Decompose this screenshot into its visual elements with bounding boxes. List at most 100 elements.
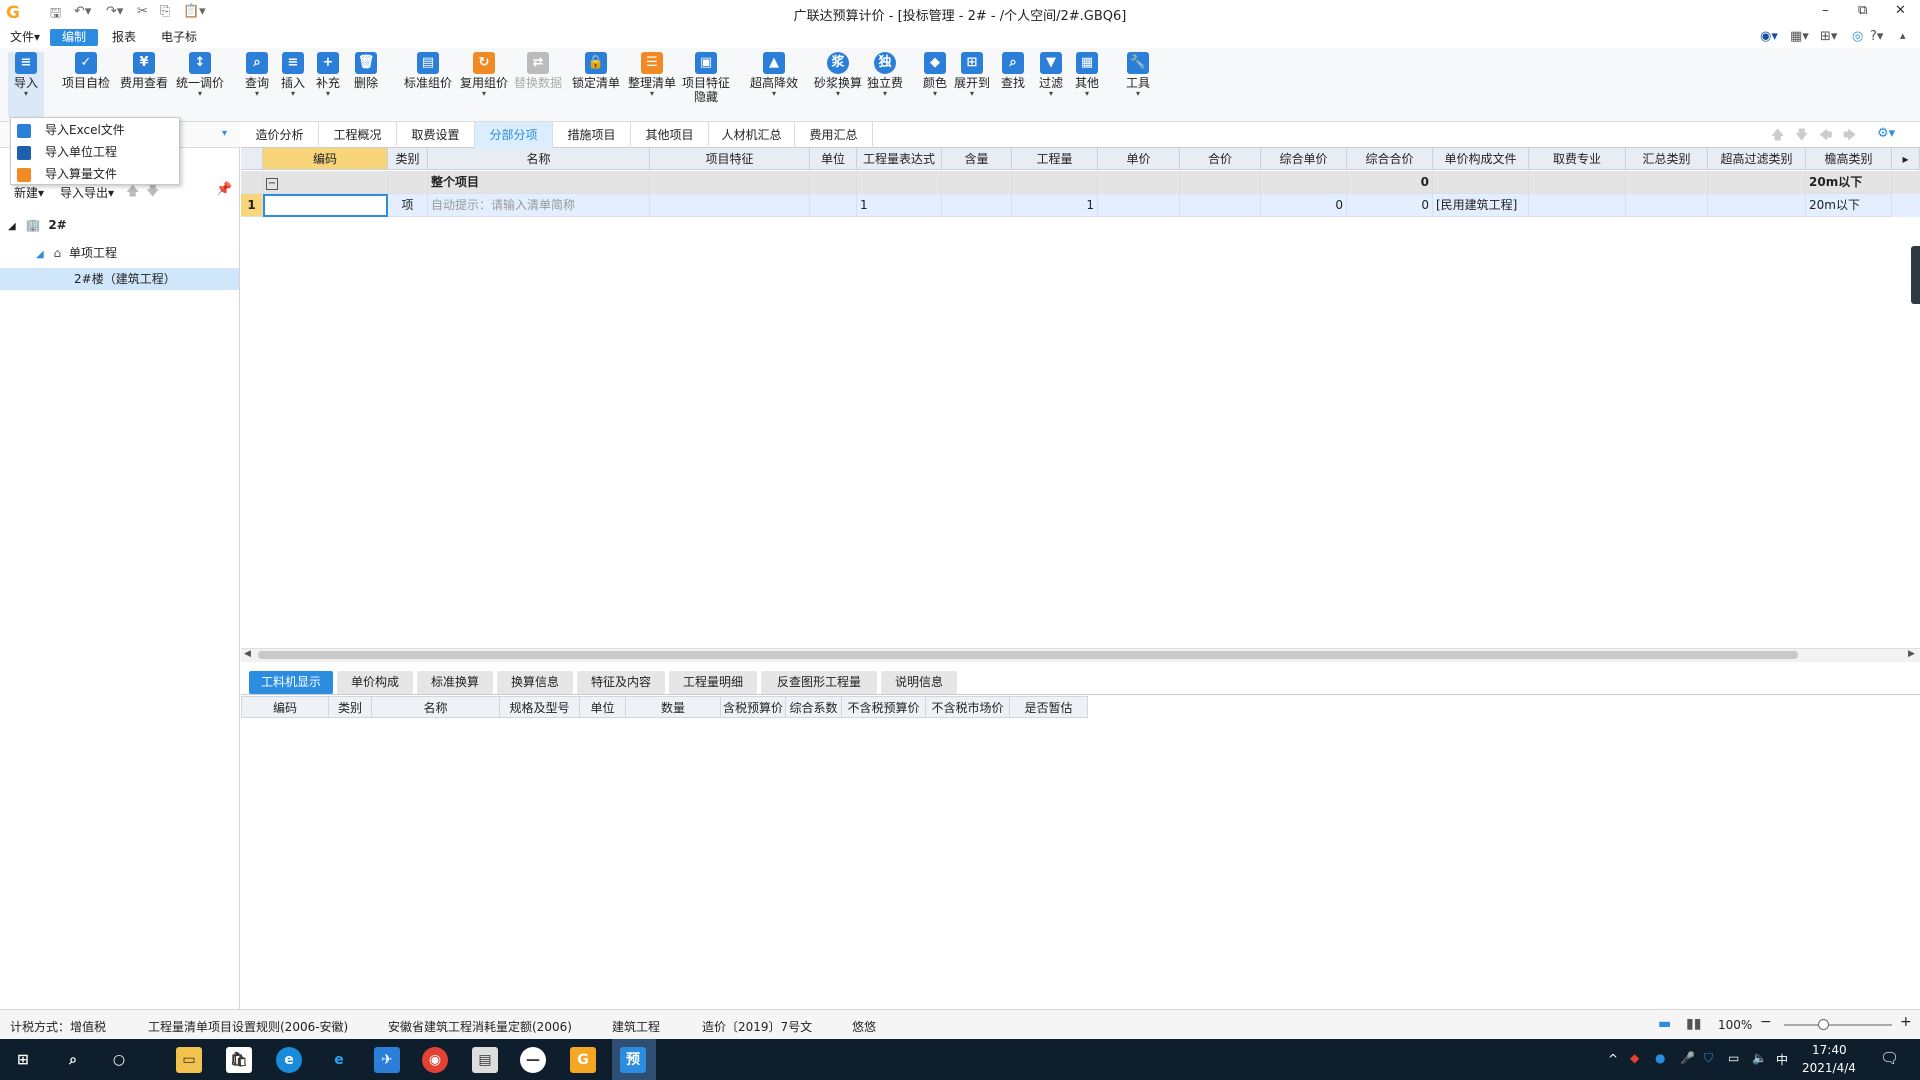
scroll-left-icon[interactable]: ◀ — [244, 649, 251, 659]
col-header-amount[interactable]: 合价 — [1180, 148, 1261, 170]
insert-button[interactable]: ≡ 插入 ▾ — [278, 52, 308, 98]
col-header-cost-file[interactable]: 单价构成文件 — [1433, 148, 1529, 170]
zoom-out-icon[interactable]: − — [1760, 1014, 1772, 1030]
import-excel-item[interactable]: 导入Excel文件 — [17, 120, 125, 140]
tab-reverse-graphic-qty[interactable]: 反查图形工程量 — [761, 671, 877, 694]
grid-view-icon[interactable]: ▦▾ — [1790, 29, 1809, 44]
tray-app-icon[interactable]: ◆ — [1630, 1051, 1639, 1065]
chrome-icon[interactable]: ◉ — [422, 1047, 448, 1073]
tab-sub-items[interactable]: 分部分项 — [475, 122, 553, 148]
zoom-slider[interactable] — [1784, 1024, 1892, 1026]
import-export-button[interactable]: 导入导出▾ — [60, 184, 114, 201]
minimize-button[interactable]: – — [1822, 3, 1829, 18]
tab-project-overview[interactable]: 工程概况 — [319, 122, 397, 148]
table-row[interactable]: 1 项 自动提示：请输入清单简称 1 1 0 0 [民用建筑工程] 20m以下 — [241, 194, 1920, 217]
column-settings-icon[interactable]: ⚙▾ — [1877, 126, 1895, 141]
col-header-unit-price[interactable]: 综合单价 — [1261, 148, 1347, 170]
summary-type-cell[interactable] — [1626, 194, 1708, 217]
col-header-quantity[interactable]: 数量 — [626, 696, 721, 718]
content-cell[interactable] — [942, 194, 1012, 217]
col-header-eave-height[interactable]: 檐高类别 — [1806, 148, 1892, 170]
help-icon[interactable]: ?▾ — [1870, 29, 1883, 44]
col-header-fee-major[interactable]: 取费专业 — [1529, 148, 1626, 170]
tray-network-app-icon[interactable]: ● — [1655, 1051, 1665, 1065]
collapse-toggle-icon[interactable]: − — [266, 178, 278, 190]
side-panel-handle[interactable] — [1911, 246, 1920, 304]
store-icon[interactable]: 🛍 — [226, 1047, 252, 1073]
project-check-button[interactable]: ✓ 项目自检 — [60, 52, 112, 90]
import-button[interactable]: ≡ 导入 ▾ — [8, 52, 44, 118]
amount-cell[interactable] — [1180, 194, 1261, 217]
col-header-name[interactable]: 名称 — [428, 148, 650, 170]
bird-app-icon[interactable]: ✈ — [374, 1047, 400, 1073]
color-button[interactable]: ◆ 颜色 ▾ — [920, 52, 950, 98]
move-up-icon[interactable]: 🡅 — [126, 182, 139, 204]
nav-right-icon[interactable]: 🡆 — [1843, 126, 1856, 148]
tab-cost-analysis[interactable]: 造价分析 — [241, 122, 319, 148]
replace-data-button[interactable]: ⇄ 替换数据 — [512, 52, 564, 90]
col-header-price[interactable]: 单价 — [1098, 148, 1180, 170]
estimate-app-icon[interactable]: 预 — [620, 1047, 646, 1073]
col-header-code[interactable]: 编码 — [241, 696, 329, 718]
network-icon[interactable]: ▭ — [1728, 1051, 1739, 1065]
start-icon[interactable]: ⊞ — [10, 1047, 36, 1073]
nav-up-icon[interactable]: 🡅 — [1771, 126, 1784, 148]
scroll-right-icon[interactable]: ▶ — [1908, 649, 1915, 659]
ribbon-collapse-icon[interactable]: ▴ — [1900, 29, 1906, 42]
tab-measures[interactable]: 措施项目 — [553, 122, 631, 148]
menu-file[interactable]: 文件▾ — [6, 29, 44, 46]
price-cell[interactable] — [1098, 194, 1180, 217]
col-header-tax-budget-price[interactable]: 含税预算价 — [721, 696, 786, 718]
col-header-unit[interactable]: 单位 — [810, 148, 857, 170]
qty-cell[interactable]: 1 — [1012, 194, 1098, 217]
tab-price-composition[interactable]: 单价构成 — [337, 671, 413, 694]
zoom-slider-thumb[interactable] — [1818, 1019, 1829, 1030]
tree-node-single-project[interactable]: ◢ ⌂ 单项工程 — [36, 242, 236, 264]
total-price-cell[interactable]: 0 — [1347, 194, 1433, 217]
clock-time[interactable]: 17:40 — [1812, 1043, 1847, 1057]
type-cell[interactable]: 项 — [388, 194, 428, 217]
menu-e-bid[interactable]: 电子标 — [157, 29, 201, 46]
window-icon[interactable]: ⊞▾ — [1820, 29, 1837, 44]
feature-cell[interactable] — [650, 194, 810, 217]
edge-icon[interactable]: e — [276, 1047, 302, 1073]
col-header-no-tax-budget-price[interactable]: 不含税预算价 — [842, 696, 926, 718]
pin-icon[interactable]: 📌 — [216, 182, 232, 197]
menu-edit[interactable]: 编制 — [50, 29, 99, 46]
col-header-total-price[interactable]: 综合合价 — [1347, 148, 1433, 170]
col-header-summary-type[interactable]: 汇总类别 — [1626, 148, 1708, 170]
tab-other-items[interactable]: 其他项目 — [631, 122, 709, 148]
cost-file-cell[interactable]: [民用建筑工程] — [1433, 194, 1529, 217]
summary-row[interactable]: − 整个项目 0 20m以下 — [241, 171, 1920, 194]
security-icon[interactable]: ⛉ — [1704, 1051, 1713, 1066]
fee-major-cell[interactable] — [1529, 194, 1626, 217]
unit-price-cell[interactable]: 0 — [1261, 194, 1347, 217]
query-button[interactable]: ⌕ 查询 ▾ — [242, 52, 272, 98]
new-button[interactable]: 新建▾ — [14, 184, 44, 201]
tools-button[interactable]: 🔧 工具 ▾ — [1123, 52, 1153, 98]
col-header-content[interactable]: 含量 — [942, 148, 1012, 170]
high-filter-cell[interactable] — [1708, 194, 1806, 217]
tree-node-project[interactable]: ◢ 🏢 2# — [8, 214, 238, 236]
code-cell-input[interactable] — [263, 194, 388, 217]
col-header-unit[interactable]: 单位 — [580, 696, 626, 718]
file-explorer-icon[interactable]: ▭ — [176, 1047, 202, 1073]
unified-adjust-button[interactable]: ↕ 统一调价 ▾ — [174, 52, 226, 98]
ie-icon[interactable]: e — [326, 1047, 352, 1073]
nav-down-icon[interactable]: 🡇 — [1795, 126, 1808, 148]
close-button[interactable]: ✕ — [1895, 3, 1906, 18]
search-icon[interactable]: ⌕ — [60, 1047, 86, 1073]
notification-icon[interactable]: 🗨 — [1880, 1049, 1899, 1067]
globe-icon[interactable]: ◉▾ — [1760, 29, 1778, 44]
find-button[interactable]: ⌕ 查找 — [998, 52, 1028, 90]
unit-cell[interactable] — [810, 194, 857, 217]
col-header-qty-expr[interactable]: 工程量表达式 — [857, 148, 942, 170]
split-view-icon[interactable]: ▮▮ — [1686, 1016, 1701, 1032]
cortana-icon[interactable]: ○ — [106, 1047, 132, 1073]
tab-standard-conversion[interactable]: 标准换算 — [417, 671, 493, 694]
expand-to-button[interactable]: ⊞ 展开到 ▾ — [954, 52, 990, 98]
col-header-high-filter[interactable]: 超高过滤类别 — [1708, 148, 1806, 170]
tab-qty-detail[interactable]: 工程量明细 — [669, 671, 757, 694]
supplement-button[interactable]: + 补充 ▾ — [313, 52, 343, 98]
standard-pricing-button[interactable]: ▤ 标准组价 — [402, 52, 454, 90]
